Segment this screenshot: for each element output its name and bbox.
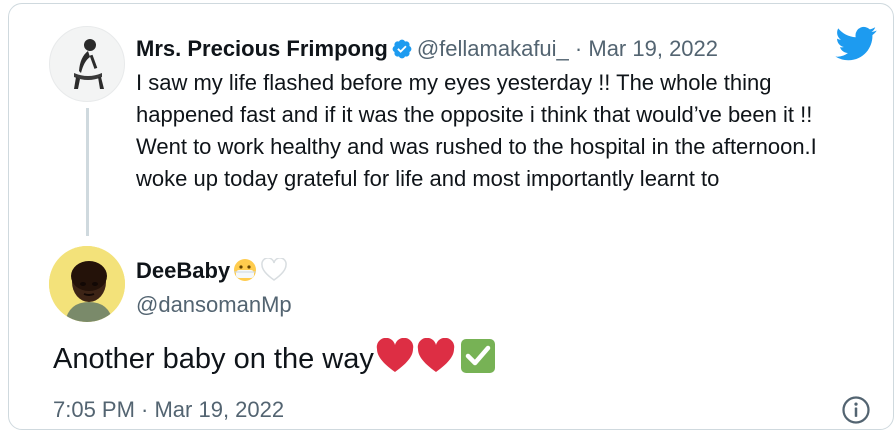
white-heart-emoji xyxy=(261,258,287,281)
twitter-bird-icon[interactable] xyxy=(835,26,877,62)
main-tweet-text: Another baby on the way xyxy=(53,338,496,379)
avatar-main-user[interactable] xyxy=(49,246,125,322)
avatar-quoted-user[interactable] xyxy=(49,26,125,102)
red-heart-emoji xyxy=(417,338,455,372)
tweet-timestamp[interactable]: 7:05 PM · Mar 19, 2022 xyxy=(53,395,284,425)
avatar-main-image xyxy=(49,246,125,322)
face-in-mask-emoji xyxy=(234,259,257,281)
quoted-display-name[interactable]: Mrs. Precious Frimpong xyxy=(136,36,388,61)
quoted-handle[interactable]: @fellamakafui_ xyxy=(417,36,569,61)
info-icon[interactable] xyxy=(841,395,871,425)
red-heart-emoji xyxy=(376,338,414,372)
tweet-card: Mrs. Precious Frimpong @fellamakafui_ · M… xyxy=(8,3,894,430)
main-display-name-text: DeeBaby xyxy=(136,258,231,283)
quoted-tweet-text: I saw my life flashed before my eyes yes… xyxy=(136,70,817,191)
main-display-name[interactable]: DeeBaby xyxy=(136,256,288,286)
main-tweet-text-content: Another baby on the way xyxy=(53,343,374,375)
verified-badge-icon xyxy=(392,39,412,59)
quoted-tweet-header: Mrs. Precious Frimpong @fellamakafui_ · M… xyxy=(136,34,718,64)
avatar-quoted-image xyxy=(74,39,104,89)
check-mark-button-emoji xyxy=(460,339,495,373)
main-handle[interactable]: @dansomanMp xyxy=(136,290,292,320)
thread-connector-line xyxy=(86,108,89,236)
quoted-date[interactable]: Mar 19, 2022 xyxy=(588,36,718,61)
